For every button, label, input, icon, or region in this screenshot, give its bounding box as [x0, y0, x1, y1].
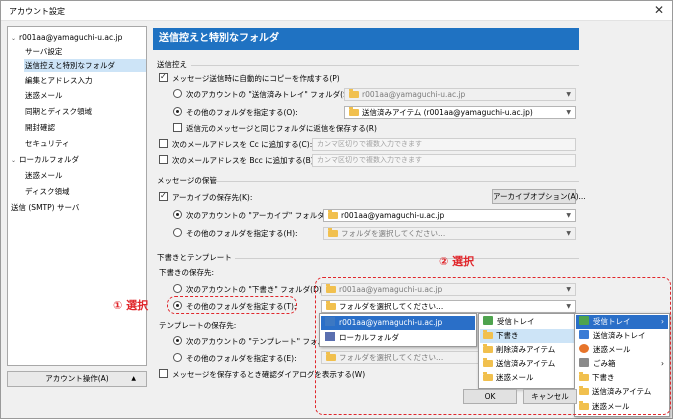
tree-item-receipts[interactable]: 開封確認	[25, 121, 55, 134]
drafts-account-radio-row[interactable]: 次のアカウントの "下書き" フォルダ(D):	[173, 284, 324, 296]
account-tree: ⌄ r001aa@yamaguchi-u.ac.jp サーバ設定 送信控えと特別な…	[7, 26, 147, 366]
page-title: 送信控えと特別なフォルダ	[153, 28, 579, 50]
tree-item-sync[interactable]: 同期とディスク領域	[25, 105, 92, 118]
account-settings-window: アカウント設定 ✕ ⌄ r001aa@yamaguchi-u.ac.jp サーバ設…	[0, 0, 673, 419]
divider	[191, 65, 579, 66]
auto-copy-checkbox[interactable]	[159, 71, 168, 83]
account-actions-button[interactable]: アカウント操作(A) ▲	[7, 371, 147, 387]
chevron-down-icon: ▼	[566, 212, 571, 219]
tree-item-composition[interactable]: 編集とアドレス入力	[25, 74, 93, 87]
drafts-account-radio[interactable]	[173, 284, 182, 293]
step2-highlight	[315, 277, 671, 415]
tree-item-local-folders[interactable]: ⌄ ローカルフォルダ	[11, 153, 79, 166]
tree-item-disk-space[interactable]: ディスク領域	[25, 185, 69, 198]
tree-item-copies-folders[interactable]: 送信控えと特別なフォルダ	[24, 59, 146, 72]
templates-other-radio[interactable]	[173, 353, 182, 362]
sent-account-select[interactable]: r001aa@yamaguchi-u.ac.jp ▼	[344, 88, 576, 101]
drafts-dest-label: 下書きの保存先:	[159, 268, 215, 277]
bcc-field[interactable]: カンマ区切りで複数入力できます	[312, 154, 576, 167]
step1-highlight	[167, 296, 297, 314]
folder-icon	[349, 107, 359, 116]
reply-same-folder-checkbox[interactable]	[173, 123, 182, 132]
archive-account-select[interactable]: r001aa@yamaguchi-u.ac.jp ▼	[323, 209, 576, 222]
group-label-sent: 送信控え	[157, 60, 187, 69]
divider	[215, 181, 579, 182]
sent-other-folder-radio-row[interactable]: その他のフォルダを指定する(O):	[173, 107, 298, 119]
tree-item-server-settings[interactable]: サーバ設定	[25, 45, 62, 58]
sent-other-account-radio-row[interactable]: 次のアカウントの "送信済みトレイ" フォルダ(S):	[173, 89, 353, 101]
archive-account-radio-row[interactable]: 次のアカウントの "アーカイブ" フォルダ(N):	[173, 210, 339, 222]
templates-other-radio-row[interactable]: その他のフォルダを指定する(E):	[173, 353, 297, 365]
folder-icon	[349, 89, 359, 98]
chevron-down-icon: ▼	[566, 230, 571, 237]
tree-item-security[interactable]: セキュリティ	[25, 137, 70, 150]
templates-dest-label: テンプレートの保存先:	[159, 321, 237, 330]
cc-field[interactable]: カンマ区切りで複数入力できます	[312, 138, 576, 151]
close-icon[interactable]: ✕	[654, 3, 664, 17]
sent-other-folder-radio[interactable]	[173, 107, 182, 116]
templates-account-radio[interactable]	[173, 336, 182, 345]
chevron-down-icon[interactable]: ⌄	[11, 35, 16, 42]
group-label-archive: メッセージの保管	[157, 176, 217, 185]
group-label-drafts: 下書きとテンプレート	[157, 253, 232, 262]
folder-icon	[328, 228, 338, 237]
archive-other-folder-row[interactable]: その他のフォルダを指定する(H):	[173, 228, 298, 240]
step1-label: ① 選択	[113, 299, 149, 312]
reply-same-folder-row[interactable]: 返信元のメッセージと同じフォルダに返信を保存する(R)	[173, 123, 377, 135]
triangle-up-icon: ▲	[131, 375, 136, 382]
auto-copy-checkbox-row[interactable]: メッセージ送信時に自動的にコピーを作成する(P)	[159, 71, 340, 85]
archive-other-folder-radio[interactable]	[173, 228, 182, 237]
archive-dest-row[interactable]: アーカイブの保存先(K):	[159, 190, 252, 204]
tree-item-local-junk[interactable]: 迷惑メール	[25, 169, 63, 182]
title-bar: アカウント設定 ✕	[1, 1, 672, 21]
divider	[235, 258, 579, 259]
archive-checkbox[interactable]	[159, 190, 168, 202]
sent-folder-select[interactable]: 送信済みアイテム (r001aa@yamaguchi-u.ac.jp) ▼	[344, 106, 576, 119]
cc-row[interactable]: 次のメールアドレスを Cc に追加する(C):	[159, 139, 312, 151]
tree-item-junk[interactable]: 迷惑メール	[25, 89, 63, 102]
archive-options-button[interactable]: アーカイブオプション(A)...	[492, 189, 586, 204]
window-title: アカウント設定	[9, 7, 65, 16]
tree-item-smtp[interactable]: 送信 (SMTP) サーバ	[11, 201, 79, 214]
step2-label: ② 選択	[439, 255, 475, 268]
bcc-checkbox[interactable]	[159, 155, 168, 164]
chevron-down-icon: ▼	[566, 109, 571, 116]
sent-other-account-radio[interactable]	[173, 89, 182, 98]
archive-account-radio[interactable]	[173, 210, 182, 219]
archive-folder-select[interactable]: フォルダを選択してください... ▼	[323, 227, 576, 240]
chevron-down-icon: ▼	[566, 91, 571, 98]
folder-icon	[328, 210, 338, 219]
chevron-down-icon[interactable]: ⌄	[11, 157, 16, 164]
tree-item-account[interactable]: ⌄ r001aa@yamaguchi-u.ac.jp	[11, 31, 122, 44]
bcc-row[interactable]: 次のメールアドレスを Bcc に追加する(B):	[159, 155, 316, 167]
confirm-dialog-checkbox[interactable]	[159, 369, 168, 378]
cc-checkbox[interactable]	[159, 139, 168, 148]
